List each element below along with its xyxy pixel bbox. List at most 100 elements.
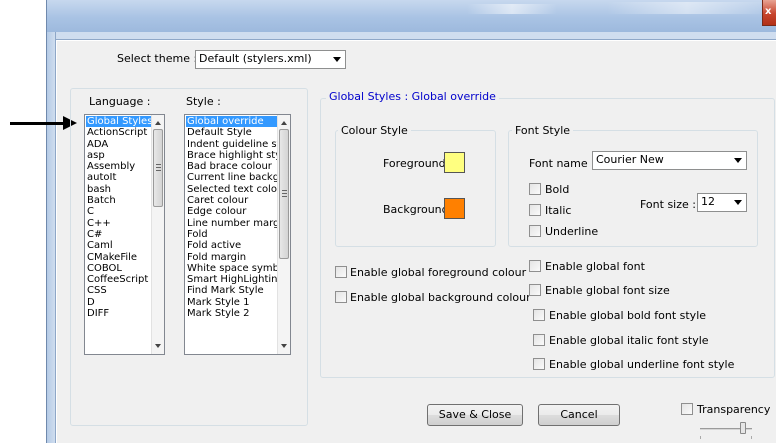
list-item[interactable]: ActionScript	[86, 127, 152, 138]
list-item[interactable]: Assembly	[86, 161, 152, 172]
font-style-title: Font Style	[512, 124, 574, 137]
scroll-thumb[interactable]	[153, 129, 163, 207]
list-item[interactable]: Smart HighLighting	[186, 274, 278, 285]
list-item[interactable]: Bad brace colour	[186, 161, 278, 172]
scroll-thumb[interactable]	[279, 129, 289, 259]
list-item[interactable]: Batch	[86, 195, 152, 206]
list-item[interactable]: CSS	[86, 285, 152, 296]
list-item[interactable]: Global override	[186, 116, 278, 128]
list-item[interactable]: Indent guideline st	[186, 139, 278, 150]
list-item[interactable]: asp	[86, 150, 152, 161]
chevron-down-icon	[734, 158, 742, 163]
enable-global-font-checkbox[interactable]	[529, 260, 541, 272]
colour-style-title: Colour Style	[338, 124, 411, 137]
enable-global-bold-checkbox[interactable]	[533, 309, 545, 321]
enable-global-bg-label: Enable global background colour	[350, 291, 531, 304]
enable-global-italic-label: Enable global italic font style	[549, 334, 709, 347]
style-label: Style :	[186, 95, 221, 108]
list-item[interactable]: CMakeFile	[86, 252, 152, 263]
font-name-value: Courier New	[596, 153, 664, 166]
list-item[interactable]: Mark Style 1	[186, 297, 278, 308]
style-list[interactable]: Global override Default Style Indent guide…	[184, 114, 291, 355]
window-titlebar: x	[46, 0, 776, 32]
colour-style-group	[335, 130, 496, 247]
enable-global-italic-checkbox[interactable]	[533, 334, 545, 346]
enable-global-font-label: Enable global font	[545, 260, 645, 273]
close-icon[interactable]: x	[762, 0, 776, 26]
list-item[interactable]: COBOL	[86, 263, 152, 274]
list-item[interactable]: Current line backgi	[186, 172, 278, 183]
list-item[interactable]: Fold active	[186, 240, 278, 251]
enable-global-bold-label: Enable global bold font style	[549, 309, 707, 322]
underline-label: Underline	[545, 225, 599, 238]
list-item[interactable]: C#	[86, 229, 152, 240]
italic-checkbox[interactable]	[529, 204, 541, 216]
font-size-select[interactable]: 12	[697, 193, 747, 212]
window-frame	[46, 32, 56, 443]
enable-global-underline-checkbox[interactable]	[533, 358, 545, 370]
select-theme-label: Select theme :	[117, 52, 198, 65]
list-item[interactable]: Global Styles	[86, 116, 152, 128]
list-item[interactable]: D	[86, 297, 152, 308]
list-item[interactable]: Selected text colou	[186, 184, 278, 195]
foreground-color-swatch[interactable]	[444, 152, 465, 173]
list-item[interactable]: C++	[86, 218, 152, 229]
foreground-label: Foreground	[383, 157, 446, 170]
theme-select-value: Default (stylers.xml)	[199, 52, 312, 65]
save-close-button[interactable]: Save & Close	[427, 404, 523, 426]
style-list-scrollbar[interactable]	[277, 115, 290, 354]
enable-global-font-size-checkbox[interactable]	[529, 284, 541, 296]
chevron-down-icon	[734, 200, 742, 205]
enable-global-bg-checkbox[interactable]	[335, 291, 347, 303]
transparency-checkbox[interactable]	[681, 403, 693, 415]
list-item[interactable]: Caml	[86, 240, 152, 251]
language-list[interactable]: Global Styles ActionScript ADA asp Assembly a…	[84, 114, 165, 355]
font-name-select[interactable]: Courier New	[592, 151, 747, 170]
bold-checkbox[interactable]	[529, 183, 541, 195]
enable-global-underline-label: Enable global underline font style	[549, 358, 735, 371]
list-item[interactable]: C	[86, 206, 152, 217]
list-item[interactable]: bash	[86, 184, 152, 195]
list-item[interactable]: CoffeeScript	[86, 274, 152, 285]
titlebar-glare	[607, 2, 767, 14]
background-label: Background	[383, 203, 449, 216]
list-item[interactable]: Find Mark Style	[186, 285, 278, 296]
enable-global-fg-checkbox[interactable]	[335, 266, 347, 278]
enable-global-font-size-label: Enable global font size	[545, 284, 670, 297]
list-item[interactable]: Line number marg	[186, 218, 278, 229]
language-label: Language :	[89, 95, 151, 108]
underline-checkbox[interactable]	[529, 225, 541, 237]
scroll-down-icon[interactable]	[278, 340, 290, 353]
enable-global-fg-label: Enable global foreground colour	[350, 266, 527, 279]
list-item[interactable]: Edge colour	[186, 206, 278, 217]
scroll-down-icon[interactable]	[152, 340, 164, 353]
list-item[interactable]: Fold	[186, 229, 278, 240]
list-item[interactable]: ADA	[86, 139, 152, 150]
cancel-button[interactable]: Cancel	[538, 404, 620, 426]
language-list-scrollbar[interactable]	[151, 115, 164, 354]
transparency-label: Transparency	[697, 403, 771, 416]
scroll-up-icon[interactable]	[278, 116, 290, 129]
list-item[interactable]: Fold margin	[186, 252, 278, 263]
theme-select[interactable]: Default (stylers.xml)	[195, 50, 346, 69]
list-item[interactable]: DIFF	[86, 308, 152, 319]
titlebar-glare	[467, 4, 557, 14]
window-frame	[56, 32, 776, 40]
chevron-down-icon	[333, 57, 341, 62]
transparency-slider-ticks	[700, 436, 752, 439]
list-item[interactable]: White space symb	[186, 263, 278, 274]
font-size-value: 12	[701, 195, 715, 208]
italic-label: Italic	[545, 204, 572, 217]
list-item[interactable]: Mark Style 2	[186, 308, 278, 319]
scroll-up-icon[interactable]	[152, 116, 164, 129]
transparency-slider-thumb[interactable]	[740, 422, 746, 434]
list-item[interactable]: Brace highlight styl	[186, 150, 278, 161]
pointer-arrow-icon	[10, 122, 65, 125]
bold-label: Bold	[545, 183, 570, 196]
font-size-label: Font size :	[640, 198, 696, 211]
list-item[interactable]: Default Style	[186, 127, 278, 138]
list-item[interactable]: autoIt	[86, 172, 152, 183]
list-item[interactable]: Caret colour	[186, 195, 278, 206]
background-color-swatch[interactable]	[444, 198, 465, 219]
font-name-label: Font name :	[529, 157, 595, 170]
